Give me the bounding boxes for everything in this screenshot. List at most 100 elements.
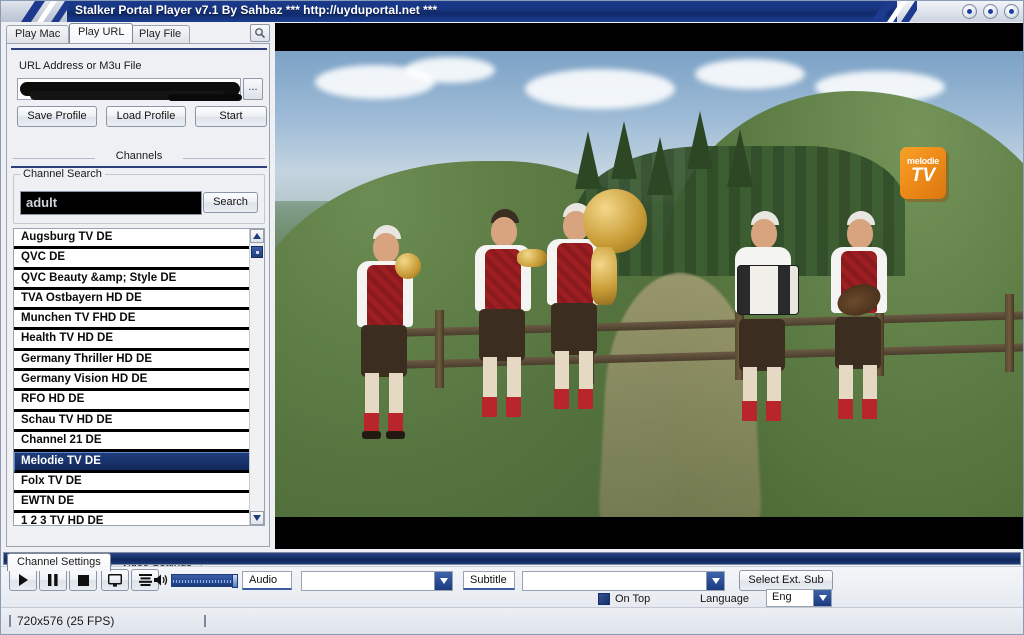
status-bar: 720x576 (25 FPS)	[1, 607, 1023, 634]
tab-play-mac[interactable]: Play Mac	[6, 25, 70, 43]
title-bar: Stalker Portal Player v7.1 By Sahbaz ***…	[1, 1, 1023, 22]
lederhosen	[361, 325, 407, 377]
subtitle-track-combo[interactable]	[522, 571, 725, 591]
leg	[507, 357, 521, 399]
channel-list-item[interactable]: QVC Beauty &amp; Style DE	[14, 269, 250, 290]
channel-list-item[interactable]: Channel 21 DE	[14, 431, 250, 453]
channel-list-item[interactable]: Folx TV DE	[14, 472, 250, 493]
audio-track-combo[interactable]	[301, 571, 453, 591]
chevron-down-icon[interactable]	[706, 572, 724, 590]
title-slash-decoration	[21, 1, 69, 22]
channel-list-item[interactable]: TVA Ostbayern HD DE	[14, 289, 250, 311]
on-top-checkbox[interactable]	[598, 593, 610, 605]
left-panel-body: URL Address or M3u File ... Save Profile…	[6, 43, 270, 547]
video-player-surface[interactable]: melodie TV	[275, 23, 1023, 549]
load-profile-button[interactable]: Load Profile	[106, 106, 186, 127]
volume-slider[interactable]	[171, 574, 238, 588]
cloud	[525, 69, 675, 109]
conifer-tree	[687, 111, 713, 169]
scrollbar-thumb[interactable]	[251, 246, 263, 258]
play-button[interactable]	[9, 569, 37, 591]
panel-divider-top	[11, 48, 267, 50]
scroll-up-arrow-icon[interactable]	[250, 229, 264, 243]
close-button[interactable]	[1004, 4, 1019, 19]
application-window: Stalker Portal Player v7.1 By Sahbaz ***…	[0, 0, 1024, 635]
channels-header-rule-left	[13, 158, 95, 159]
channel-list-item[interactable]: QVC DE	[14, 249, 250, 270]
channel-list-item-selected[interactable]: Melodie TV DE	[14, 452, 250, 473]
magnifier-icon	[255, 28, 266, 39]
red-sock	[388, 413, 403, 433]
fence-post	[1005, 294, 1014, 372]
stop-button[interactable]	[69, 569, 97, 591]
channel-list-item[interactable]: 1 2 3 TV HD DE	[14, 513, 250, 525]
channel-list[interactable]: Augsburg TV DE QVC DE QVC Beauty &amp; S…	[13, 228, 265, 526]
minimize-button[interactable]	[962, 4, 977, 19]
window-buttons	[962, 4, 1019, 19]
browse-file-button[interactable]: ...	[243, 78, 263, 100]
chevron-down-icon[interactable]	[434, 572, 452, 590]
channel-logo-line2: TV	[910, 165, 936, 186]
channel-list-item[interactable]: Munchen TV FHD DE	[14, 310, 250, 331]
leg	[483, 357, 497, 399]
save-profile-button[interactable]: Save Profile	[17, 106, 97, 127]
musician-trumpet-left	[333, 217, 453, 517]
channel-list-item[interactable]: RFO HD DE	[14, 391, 250, 412]
red-sock	[364, 413, 379, 433]
letterbox-bottom	[275, 517, 1023, 549]
pause-icon	[48, 574, 58, 586]
volume-knob[interactable]	[232, 574, 238, 588]
tab-play-file[interactable]: Play File	[130, 25, 191, 43]
red-sock	[554, 389, 569, 409]
seek-bar[interactable]	[3, 552, 1021, 565]
leg	[389, 373, 403, 415]
channel-list-item[interactable]: EWTN DE	[14, 492, 250, 514]
lederhosen	[479, 309, 525, 361]
lederhosen	[551, 303, 597, 355]
tab-channel-settings[interactable]: Channel Settings	[7, 553, 111, 571]
title-right-slash-decoration	[871, 1, 917, 22]
channels-header-label: Channels	[115, 150, 163, 162]
maximize-button[interactable]	[983, 4, 998, 19]
red-sock	[482, 397, 497, 417]
channel-list-item[interactable]: Germany Thriller HD DE	[14, 350, 250, 372]
channel-list-scrollbar[interactable]	[249, 229, 264, 525]
playlist-icon	[138, 574, 152, 586]
channel-search-input[interactable]: adult	[20, 191, 202, 215]
channel-list-item[interactable]: Germany Vision HD DE	[14, 371, 250, 392]
scroll-down-arrow-icon[interactable]	[250, 511, 264, 525]
musician-tuba	[525, 189, 665, 473]
stop-icon	[77, 574, 89, 586]
status-separator	[9, 615, 11, 627]
fullscreen-button[interactable]	[101, 569, 129, 591]
select-ext-sub-button[interactable]: Select Ext. Sub	[739, 570, 833, 591]
status-resolution-fps: 720x576 (25 FPS)	[17, 614, 115, 628]
profile-button-row: Save Profile Load Profile Start	[17, 106, 267, 128]
tab-play-url[interactable]: Play URL	[69, 23, 134, 43]
pause-button[interactable]	[39, 569, 67, 591]
head	[847, 219, 873, 249]
chevron-down-icon[interactable]	[813, 590, 831, 606]
url-input[interactable]	[17, 78, 242, 101]
magnifier-icon-button[interactable]	[250, 24, 270, 42]
subtitle-label: Subtitle	[463, 571, 515, 590]
channel-list-item[interactable]: Schau TV HD DE	[14, 411, 250, 432]
language-label: Language	[700, 593, 749, 605]
channel-list-item[interactable]: Health TV HD DE	[14, 330, 250, 351]
accordion	[737, 265, 799, 315]
language-combo[interactable]: Eng	[766, 589, 832, 607]
start-button[interactable]: Start	[195, 106, 267, 127]
channel-search-group-label: Channel Search	[20, 168, 105, 180]
channel-logo: melodie TV	[900, 147, 946, 199]
video-frame-content: melodie TV	[275, 51, 1023, 517]
channel-list-item[interactable]: Augsburg TV DE	[14, 229, 250, 250]
control-bar: Audio Subtitle Select Ext. Sub On Top La…	[1, 566, 1023, 608]
channels-header-rule-right	[183, 158, 265, 159]
letterbox-top	[275, 23, 1023, 51]
red-sock	[742, 401, 757, 421]
channel-search-button[interactable]: Search	[203, 192, 258, 213]
volume-icon[interactable]	[153, 572, 169, 588]
audio-label: Audio	[242, 571, 292, 590]
vest	[485, 249, 521, 311]
brass-instrument	[395, 253, 421, 279]
